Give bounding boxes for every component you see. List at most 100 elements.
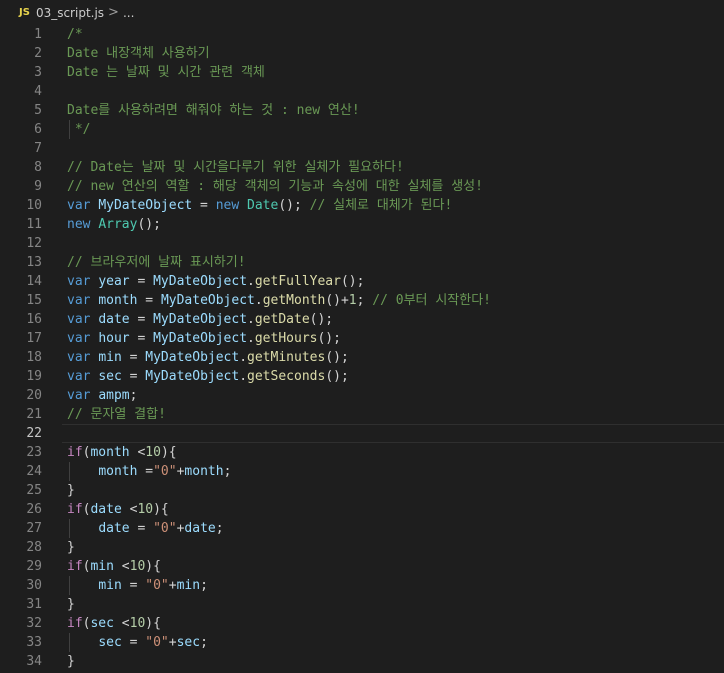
code-token: ){ — [145, 559, 161, 574]
line-code[interactable]: // 문자열 결합! — [67, 405, 166, 424]
line-code[interactable]: Date를 사용하려면 해줘야 하는 것 : new 연산! — [67, 101, 360, 120]
line-code[interactable]: /* — [67, 25, 83, 44]
code-line[interactable]: 32 if(sec <10){ — [0, 614, 724, 633]
line-code[interactable]: var year = MyDateObject.getFullYear(); — [67, 272, 364, 291]
line-code[interactable]: if(sec <10){ — [67, 614, 161, 633]
code-line[interactable]: 25} — [0, 481, 724, 500]
code-token: . — [247, 331, 255, 346]
code-line[interactable]: 30 min = "0"+min; — [0, 576, 724, 595]
code-token: // 문자열 결합! — [67, 407, 166, 422]
code-line[interactable]: 4 — [0, 82, 724, 101]
code-line[interactable]: 3 Date 는 날짜 및 시간 관련 객체 — [0, 63, 724, 82]
code-line[interactable]: 26 if(date <10){ — [0, 500, 724, 519]
code-line[interactable]: 14 var year = MyDateObject.getFullYear(); — [0, 272, 724, 291]
code-line[interactable]: 8 // Date는 날짜 및 시간을다루기 위한 실체가 필요하다! — [0, 158, 724, 177]
code-line[interactable]: 18 var min = MyDateObject.getMinutes(); — [0, 348, 724, 367]
breadcrumb-file-name[interactable]: 03_script.js — [36, 6, 104, 20]
breadcrumb-more[interactable]: ... — [123, 6, 134, 20]
code-token: var — [67, 350, 99, 365]
code-token: */ — [67, 122, 91, 137]
line-number: 20 — [26, 388, 42, 403]
line-code[interactable]: var ampm; — [67, 386, 137, 405]
code-token: = — [129, 521, 154, 536]
line-code[interactable]: // Date는 날짜 및 시간을다루기 위한 실체가 필요하다! — [67, 158, 404, 177]
code-token: 10 — [129, 559, 146, 574]
code-token: < — [129, 445, 146, 460]
code-line[interactable]: 12 — [0, 234, 724, 253]
line-code[interactable]: */ — [67, 120, 90, 139]
line-code[interactable]: // 브라우저에 날짜 표시하기! — [67, 253, 246, 272]
code-line[interactable]: 16 var date = MyDateObject.getDate(); — [0, 310, 724, 329]
line-code[interactable]: var sec = MyDateObject.getSeconds(); — [67, 367, 349, 386]
line-code[interactable]: if(date <10){ — [67, 500, 169, 519]
code-line[interactable]: 9 // new 연산의 역할 : 해당 객체의 기능과 속성에 대한 실체를 생… — [0, 177, 724, 196]
code-line[interactable]: 5 Date를 사용하려면 해줘야 하는 것 : new 연산! — [0, 101, 724, 120]
line-number: 4 — [34, 84, 42, 99]
line-number: 1 — [34, 27, 42, 42]
line-code[interactable]: date = "0"+date; — [67, 519, 224, 538]
code-token: sec — [90, 616, 114, 631]
line-number: 9 — [34, 179, 42, 194]
code-token: 10 — [145, 445, 161, 460]
line-code[interactable]: } — [67, 538, 75, 557]
line-code[interactable]: sec = "0"+sec; — [67, 633, 208, 652]
line-code[interactable]: } — [67, 595, 75, 614]
code-line[interactable]: 1 /* — [0, 25, 724, 44]
line-code[interactable]: Date 는 날짜 및 시간 관련 객체 — [67, 63, 265, 82]
code-token: min — [90, 559, 114, 574]
code-line[interactable]: 33 sec = "0"+sec; — [0, 633, 724, 652]
code-line[interactable]: 13 // 브라우저에 날짜 표시하기! — [0, 253, 724, 272]
code-token: min — [98, 350, 122, 365]
code-line[interactable]: 17 var hour = MyDateObject.getHours(); — [0, 329, 724, 348]
line-code[interactable]: var date = MyDateObject.getDate(); — [67, 310, 333, 329]
code-token: (); — [278, 198, 310, 213]
code-line[interactable]: 24 month ="0"+month; — [0, 462, 724, 481]
line-code[interactable]: Date 내장객체 사용하기 — [67, 44, 210, 63]
line-code[interactable]: var MyDateObject = new Date(); // 실체로 대체… — [67, 196, 452, 215]
code-line[interactable]: 6 */ — [0, 120, 724, 139]
code-token: ampm — [98, 388, 130, 403]
code-token: ; — [356, 293, 373, 308]
line-code[interactable]: new Array(); — [67, 215, 161, 234]
code-token: = — [121, 578, 146, 593]
code-token: = — [121, 635, 146, 650]
code-token: month — [184, 464, 224, 479]
line-code[interactable]: } — [67, 481, 75, 500]
code-line[interactable]: 19 var sec = MyDateObject.getSeconds(); — [0, 367, 724, 386]
line-code[interactable]: // new 연산의 역할 : 해당 객체의 기능과 속성에 대한 실체를 생성… — [67, 177, 483, 196]
line-code[interactable]: } — [67, 652, 75, 671]
code-line[interactable]: 15 var month = MyDateObject.getMonth()+1;… — [0, 291, 724, 310]
code-token: "0" — [145, 578, 169, 593]
code-line[interactable]: 31} — [0, 595, 724, 614]
line-code[interactable]: var hour = MyDateObject.getHours(); — [67, 329, 341, 348]
code-line[interactable]: 21 // 문자열 결합! — [0, 405, 724, 424]
code-line[interactable]: 22 — [0, 424, 724, 443]
code-line[interactable]: 23 if(month <10){ — [0, 443, 724, 462]
line-code[interactable]: if(month <10){ — [67, 443, 177, 462]
code-line[interactable]: 28} — [0, 538, 724, 557]
line-code[interactable]: month ="0"+month; — [67, 462, 231, 481]
code-token: < — [113, 559, 130, 574]
code-line[interactable]: 20 var ampm; — [0, 386, 724, 405]
code-token: = — [121, 350, 146, 365]
code-line[interactable]: 34} — [0, 652, 724, 671]
code-line[interactable]: 11 new Array(); — [0, 215, 724, 234]
line-code[interactable]: var min = MyDateObject.getMinutes(); — [67, 348, 349, 367]
code-line[interactable]: 29 if(min <10){ — [0, 557, 724, 576]
line-code[interactable]: if(min <10){ — [67, 557, 161, 576]
code-line[interactable]: 27 date = "0"+date; — [0, 519, 724, 538]
code-token: date — [184, 521, 216, 536]
line-number: 13 — [26, 255, 42, 270]
line-number: 12 — [26, 236, 42, 251]
code-line[interactable]: 7 — [0, 139, 724, 158]
code-token: = — [137, 464, 154, 479]
code-token: ){ — [145, 616, 161, 631]
line-code[interactable]: min = "0"+min; — [67, 576, 208, 595]
code-editor[interactable]: 1 /* 2 Date 내장객체 사용하기 3 Date 는 날짜 및 시간 관련 객체 4… — [0, 25, 724, 671]
line-code[interactable]: var month = MyDateObject.getMonth()+1; /… — [67, 291, 491, 310]
code-line[interactable]: 2 Date 내장객체 사용하기 — [0, 44, 724, 63]
line-number: 16 — [26, 312, 42, 327]
line-number: 28 — [26, 540, 42, 555]
code-line[interactable]: 10 var MyDateObject = new Date(); // 실체로 … — [0, 196, 724, 215]
